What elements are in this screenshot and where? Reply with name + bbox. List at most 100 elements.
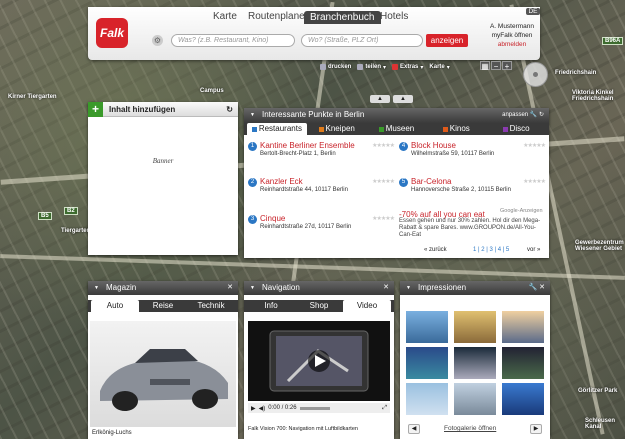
where-search-input[interactable]: Wo? (Straße, PLZ Ort): [301, 34, 423, 47]
map-toolbar: drucken teilen ▾ Extras ▾ Karte ▾: [320, 62, 450, 72]
magazin-title-bar[interactable]: Magazin ✕: [88, 281, 238, 295]
tab-restaurants[interactable]: Restaurants: [247, 123, 307, 135]
logout-link[interactable]: abmelden: [482, 41, 542, 48]
play-icon[interactable]: ▶: [251, 405, 256, 412]
tab-museen[interactable]: Museen: [367, 123, 427, 135]
print-label: drucken: [328, 64, 352, 70]
extras-label: Extras: [400, 64, 419, 70]
ad-headline[interactable]: -70% auf all you can eat: [399, 211, 544, 219]
tab-disco[interactable]: Disco: [486, 123, 546, 135]
close-icon[interactable]: 🔧 ✕: [528, 281, 545, 295]
video-player[interactable]: [248, 321, 390, 401]
tab-kneipen[interactable]: Kneipen: [307, 123, 367, 135]
poi-number: 1: [248, 142, 257, 151]
magazin-caption[interactable]: Erlkönig-Luchs: [92, 430, 132, 436]
print-button[interactable]: drucken: [320, 62, 351, 72]
close-icon[interactable]: ✕: [227, 281, 233, 295]
search-button[interactable]: anzeigen: [426, 34, 468, 47]
share-label: teilen: [365, 64, 382, 70]
tab-reise[interactable]: Reise: [139, 300, 187, 312]
impressionen-title-bar[interactable]: Impressionen 🔧 ✕: [400, 281, 550, 295]
tab-video[interactable]: Video: [343, 300, 391, 312]
collapse-down-icon[interactable]: ▲: [393, 95, 413, 103]
wrench-icon[interactable]: 🔧: [530, 112, 537, 118]
add-content-bar[interactable]: + Inhalt hinzufügen ↻: [88, 101, 238, 117]
tab-kinos[interactable]: Kinos: [426, 123, 486, 135]
nav-karte[interactable]: Karte: [213, 11, 237, 22]
next-link[interactable]: vor »: [527, 247, 540, 253]
tab-shop[interactable]: Shop: [295, 300, 343, 312]
photo-thumbnail[interactable]: [502, 383, 544, 415]
zoom-out-button[interactable]: −: [491, 61, 501, 71]
close-icon[interactable]: ✕: [383, 281, 389, 295]
rating-stars: ★★★★★: [523, 143, 546, 149]
tab-technik[interactable]: Technik: [187, 300, 235, 312]
navigation-panel: Navigation ✕ Info Shop Video ▶ ◀) 0:00 / …: [244, 281, 394, 439]
road-shield: B5: [38, 212, 52, 220]
extras-button[interactable]: Extras ▾: [392, 62, 423, 72]
pan-compass[interactable]: [523, 62, 548, 87]
map-label: Görlitzer Park: [578, 388, 618, 394]
photo-thumbnail[interactable]: [406, 383, 448, 415]
rating-stars: ★★★★★: [372, 143, 395, 149]
language-select[interactable]: DE: [526, 8, 540, 15]
collapse-up-icon[interactable]: ▲: [370, 95, 390, 103]
map-label: Campus: [200, 88, 224, 94]
prev-arrow-button[interactable]: ◀: [408, 424, 420, 434]
tab-label: Museen: [385, 124, 415, 133]
poi-number: 3: [248, 215, 257, 224]
panel-title: Impressionen: [418, 283, 467, 292]
photo-thumbnail[interactable]: [454, 383, 496, 415]
road-shield: B96A: [602, 37, 624, 45]
poi-panel-title[interactable]: Interessante Punkte in Berlin anpassen 🔧…: [244, 108, 549, 123]
navigation-title-bar[interactable]: Navigation ✕: [244, 281, 394, 295]
zoom-in-button[interactable]: +: [502, 61, 512, 71]
poi-number: 5: [399, 178, 408, 187]
myfalk-link[interactable]: myFalk öffnen: [482, 32, 542, 39]
map-type-button[interactable]: Karte ▾: [429, 62, 449, 72]
nav-routenplaner[interactable]: Routenplaner: [248, 11, 308, 22]
customize-link[interactable]: anpassen 🔧 ↻: [502, 108, 544, 122]
nav-hotels[interactable]: Hotels: [380, 11, 408, 22]
plus-icon[interactable]: +: [88, 101, 103, 117]
bar-icon: [318, 126, 324, 132]
photo-thumbnail[interactable]: [406, 347, 448, 379]
volume-icon[interactable]: ◀): [259, 405, 266, 412]
photo-thumbnail[interactable]: [502, 347, 544, 379]
photo-thumbnail[interactable]: [406, 311, 448, 343]
magazin-panel: Magazin ✕ Auto Reise Technik Erlkönig-Luc…: [88, 281, 238, 439]
impressionen-panel: Impressionen 🔧 ✕ ◀ Fotogalerie öffnen ▶: [400, 281, 550, 439]
poi-name[interactable]: Cinque: [260, 214, 285, 223]
ad-block[interactable]: -70% auf all you can eat Essen gehen und…: [399, 211, 544, 239]
back-link[interactable]: « zurück: [424, 247, 447, 253]
photo-thumbnail[interactable]: [502, 311, 544, 343]
tab-auto[interactable]: Auto: [91, 300, 139, 312]
poi-name[interactable]: Kanzler Eck: [260, 177, 303, 186]
poi-name[interactable]: Kantine Berliner Ensemble: [260, 141, 355, 150]
gallery-link[interactable]: Fotogalerie öffnen: [444, 425, 496, 432]
photo-thumbnail[interactable]: [454, 311, 496, 343]
poi-name[interactable]: Bar-Celona: [411, 177, 451, 186]
rating-stars: ★★★★★: [523, 179, 546, 185]
museum-icon: [378, 126, 384, 132]
zoom-controls: ▦ − +: [480, 61, 512, 71]
photo-thumbnail[interactable]: [454, 347, 496, 379]
what-search-input[interactable]: Was? (z.B. Restaurant, Kino): [171, 34, 295, 47]
pagination[interactable]: 1 | 2 | 3 | 4 | 5: [473, 247, 509, 253]
fullscreen-icon[interactable]: ⤢: [382, 405, 387, 412]
poi-tabs: Restaurants Kneipen Museen Kinos Disco: [244, 123, 549, 135]
panel-handle[interactable]: ▲ ▲: [370, 95, 413, 103]
nav-branchenbuch[interactable]: Branchenbuch: [304, 11, 381, 24]
grid-icon[interactable]: ▦: [480, 61, 490, 71]
settings-icon[interactable]: ⚙: [152, 35, 163, 46]
map-type-label: Karte: [429, 64, 445, 70]
falk-logo[interactable]: Falk: [96, 18, 128, 48]
car-image[interactable]: [90, 321, 236, 427]
tab-label: Restaurants: [258, 124, 302, 133]
seek-bar[interactable]: [299, 406, 330, 410]
share-button[interactable]: teilen ▾: [357, 62, 386, 72]
tab-info[interactable]: Info: [247, 300, 295, 312]
next-arrow-button[interactable]: ▶: [530, 424, 542, 434]
poi-name[interactable]: Block House: [411, 141, 456, 150]
refresh-icon[interactable]: ↻: [226, 105, 233, 114]
